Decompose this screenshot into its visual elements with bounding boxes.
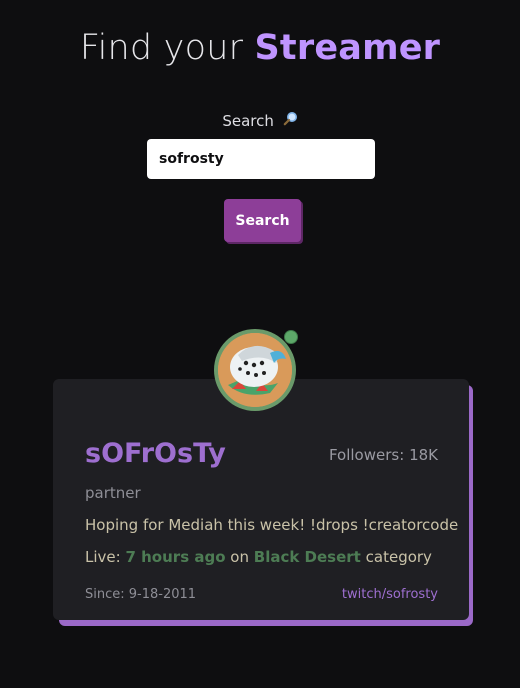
channel-link[interactable]: twitch/sofrosty bbox=[342, 587, 438, 602]
search-label: Search bbox=[0, 111, 520, 130]
stream-title: Hoping for Mediah this week! !drops !cre… bbox=[85, 516, 459, 534]
since-label: Since: bbox=[85, 587, 125, 602]
followers-value: 18K bbox=[409, 446, 438, 464]
search-input[interactable] bbox=[147, 139, 375, 179]
online-status-dot bbox=[284, 330, 298, 344]
page-title: Find your Streamer bbox=[0, 28, 520, 68]
search-label-text: Search bbox=[222, 112, 274, 130]
live-time: 7 hours ago bbox=[125, 548, 226, 566]
game-name: Black Desert bbox=[253, 548, 361, 566]
since-date: 9-18-2011 bbox=[128, 587, 197, 602]
followers-label: Followers: bbox=[328, 446, 405, 464]
live-status: Live: 7 hours ago on Black Desert catego… bbox=[85, 548, 432, 566]
magnifier-icon bbox=[283, 111, 298, 130]
broadcaster-type: partner bbox=[85, 484, 141, 502]
avatar bbox=[218, 333, 292, 407]
category-suffix: category bbox=[365, 548, 432, 566]
search-button[interactable]: Search bbox=[224, 199, 301, 242]
followers-count: Followers: 18K bbox=[329, 446, 438, 464]
live-on: on bbox=[230, 548, 249, 566]
streamer-search-page: Find your Streamer Search Search bbox=[0, 0, 520, 688]
live-label: Live: bbox=[85, 548, 121, 566]
streamer-name: sOFrOsTy bbox=[85, 438, 226, 469]
title-prefix: Find your bbox=[79, 28, 244, 68]
account-since: Since: 9-18-2011 bbox=[85, 587, 196, 602]
title-accent: Streamer bbox=[254, 28, 441, 68]
